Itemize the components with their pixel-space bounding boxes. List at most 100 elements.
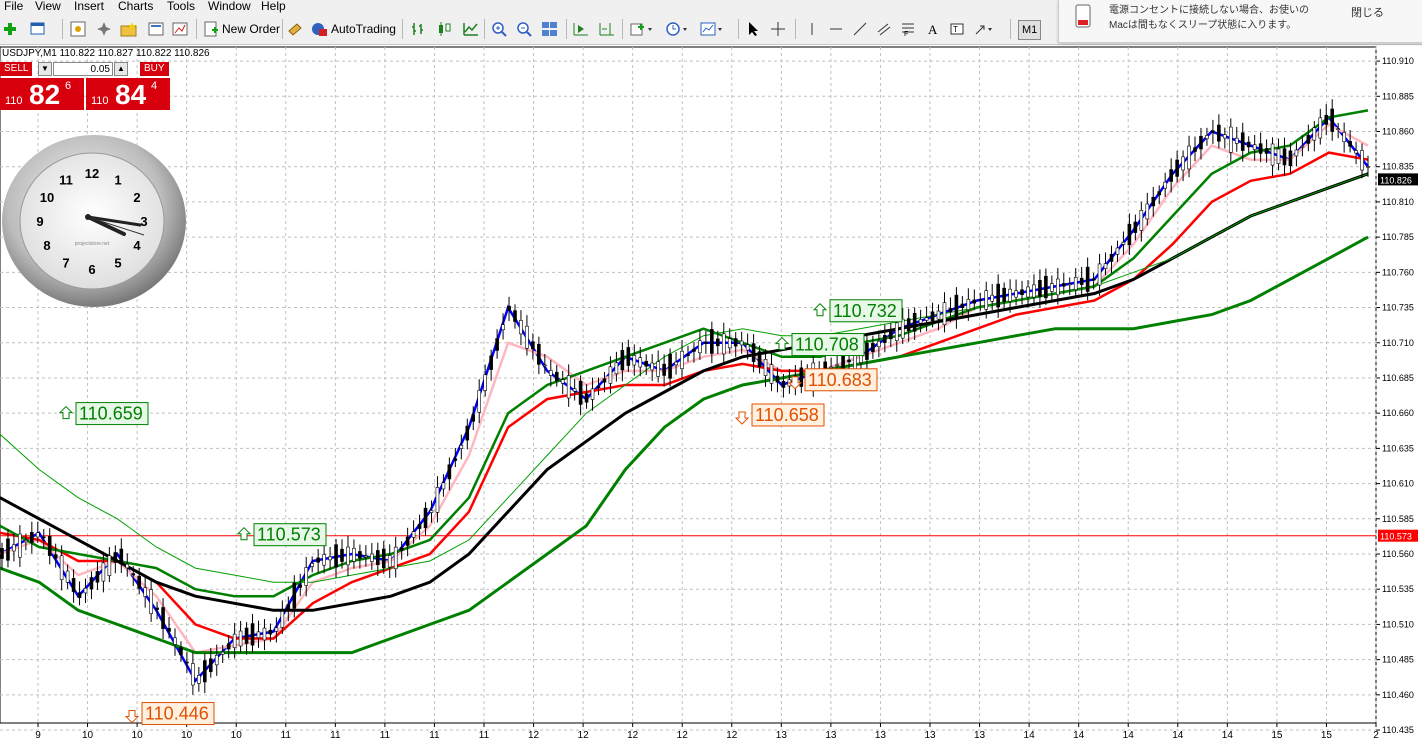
clock-number: 1: [114, 172, 121, 187]
lot-size-input[interactable]: 0.05: [53, 62, 113, 76]
new-order-button[interactable]: New Order: [203, 18, 280, 40]
candle-body: [548, 370, 553, 376]
templates-button[interactable]: [700, 18, 724, 40]
candle-body: [888, 330, 893, 340]
candle-body: [161, 607, 165, 629]
menu-charts[interactable]: Charts: [118, 0, 153, 13]
autoscroll-button[interactable]: [572, 18, 590, 40]
sell-price-box[interactable]: 110 82 6: [0, 78, 84, 110]
notification-close-button[interactable]: 閉じる: [1351, 4, 1384, 20]
chart-window[interactable]: 110.910 110.885 110.860 110.835 110.810 110.7…: [0, 45, 1422, 755]
menu-file[interactable]: File: [4, 0, 23, 13]
terminal-button[interactable]: [148, 18, 164, 40]
candle-body: [769, 364, 774, 384]
new-chart-button[interactable]: [2, 18, 18, 40]
new-order-label: New Order: [222, 22, 281, 36]
clock-brand: projectstore.net: [75, 241, 110, 247]
line-chart-button[interactable]: [462, 18, 480, 40]
profiles-button[interactable]: [30, 18, 50, 40]
lot-increase-button[interactable]: ▲: [114, 62, 128, 76]
buy-price-box[interactable]: 110 84 4: [86, 78, 170, 110]
candle-body: [835, 364, 839, 367]
candle-body: [358, 551, 362, 559]
annotation-label: 110.659: [79, 404, 143, 424]
fibonacci-icon: F: [902, 23, 914, 37]
periods-button[interactable]: [665, 18, 689, 40]
candle-body: [1109, 253, 1114, 262]
candle-body: [1020, 289, 1024, 296]
crosshair-button[interactable]: [770, 18, 786, 40]
candle-body: [1294, 149, 1299, 157]
candle-body: [871, 342, 875, 353]
candle-body: [119, 548, 124, 565]
strategy-tester-button[interactable]: [172, 18, 188, 40]
vertical-line-button[interactable]: [804, 18, 820, 40]
svg-text:A: A: [928, 22, 938, 37]
candle-body: [966, 298, 971, 310]
market-watch-button[interactable]: [70, 18, 86, 40]
zoom-out-button[interactable]: [516, 18, 534, 40]
favorites-button[interactable]: [120, 18, 140, 40]
y-tick-label: 110.660: [1382, 408, 1414, 418]
bar-chart-button[interactable]: [410, 18, 428, 40]
candle-body: [30, 531, 34, 543]
candle-body: [1258, 143, 1263, 154]
candle-body: [1318, 117, 1323, 139]
sell-price-sup: 6: [65, 80, 72, 92]
candle-body: [310, 563, 314, 567]
autoscroll-icon: [573, 23, 588, 36]
candle-body: [328, 556, 332, 561]
chart-shift-button[interactable]: [598, 18, 616, 40]
timeframe-m1-button[interactable]: M1: [1018, 20, 1042, 40]
candle-body: [453, 458, 458, 461]
candle-body: [1276, 148, 1281, 165]
candle-body: [1336, 128, 1340, 131]
text-tool-button[interactable]: A: [925, 18, 941, 40]
candle-body: [429, 510, 434, 513]
y-tick-label: 110.635: [1382, 443, 1414, 453]
svg-text:T: T: [953, 25, 958, 34]
candle-body: [155, 607, 159, 610]
fibonacci-button[interactable]: F: [900, 18, 916, 40]
candle-body: [1175, 159, 1179, 177]
menu-help[interactable]: Help: [261, 0, 286, 13]
tile-windows-button[interactable]: [541, 18, 559, 40]
clock-number: 6: [88, 262, 95, 277]
menu-insert[interactable]: Insert: [74, 0, 104, 13]
menu-tools[interactable]: Tools: [167, 0, 195, 13]
sell-button[interactable]: SELL: [0, 62, 33, 76]
candle-body: [334, 544, 338, 568]
trendline-button[interactable]: [852, 18, 868, 40]
candle-body: [918, 319, 923, 324]
autotrading-button[interactable]: AutoTrading: [310, 18, 396, 40]
y-tick-label: 110.785: [1382, 232, 1414, 242]
menu-window[interactable]: Window: [208, 0, 251, 13]
candle-body: [489, 355, 493, 370]
arrow-icon: [975, 25, 992, 35]
zoom-in-button[interactable]: [491, 18, 509, 40]
candle-body: [352, 547, 356, 562]
buy-button[interactable]: BUY: [140, 62, 169, 76]
candle-body: [668, 353, 672, 379]
candle-body: [471, 414, 476, 422]
candle-body: [1324, 114, 1329, 125]
navigator-button[interactable]: [96, 18, 112, 40]
x-tick-label: 11: [380, 730, 391, 741]
cursor-button[interactable]: [745, 18, 761, 40]
label-tool-button[interactable]: T: [949, 18, 965, 40]
candle-body: [1217, 124, 1221, 142]
price-chart[interactable]: 110.910 110.885 110.860 110.835 110.810 110.7…: [0, 45, 1422, 755]
candle-body: [1205, 135, 1209, 139]
expert-button[interactable]: [287, 18, 303, 40]
candle-body: [1121, 241, 1126, 245]
indicators-button[interactable]: [630, 18, 654, 40]
svg-text:F: F: [904, 31, 908, 37]
menu-view[interactable]: View: [35, 0, 61, 13]
lot-decrease-button[interactable]: ▼: [38, 62, 52, 76]
metaeditor-icon: [288, 23, 302, 36]
equidistant-channel-button[interactable]: [876, 18, 892, 40]
candlestick-button[interactable]: [436, 18, 454, 40]
y-tick-label: 110.435: [1382, 725, 1414, 735]
arrows-button[interactable]: [973, 18, 995, 40]
horizontal-line-button[interactable]: [828, 18, 844, 40]
